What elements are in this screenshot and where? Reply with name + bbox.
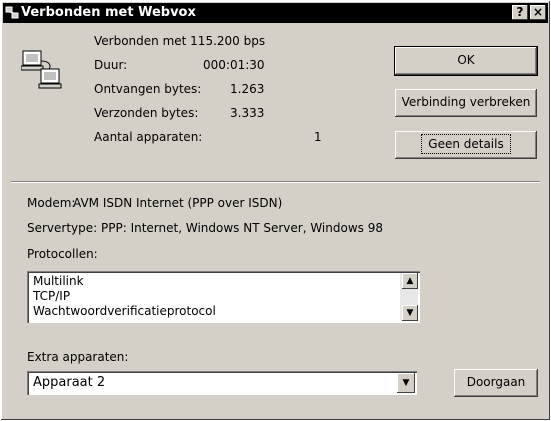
protocols-label: Protocollen: <box>27 247 98 261</box>
duration-label: Duur: <box>94 58 128 72</box>
network-connection-icon <box>5 6 19 19</box>
list-item[interactable]: TCP/IP <box>33 289 70 303</box>
received-bytes-value: 1.263 <box>230 82 265 96</box>
sent-bytes-label: Verzonden bytes: <box>94 106 199 120</box>
computers-connected-icon <box>21 50 62 89</box>
title-bar[interactable]: Verbonden met Webvox ? × <box>3 3 548 23</box>
protocols-listbox[interactable]: Multilink TCP/IP Wachtwoordverificatiepr… <box>27 271 420 323</box>
modem-value: AVM ISDN Internet (PPP over ISDN) <box>73 196 283 210</box>
extra-devices-dropdown[interactable]: Apparaat 2 ▼ <box>27 371 417 395</box>
disconnect-button[interactable]: Verbinding verbreken <box>395 89 537 117</box>
list-item[interactable]: Multilink <box>33 274 84 288</box>
dialog-window: Verbonden met Webvox ? × Verbonden met 1… <box>0 0 551 421</box>
arrow-up-icon[interactable]: ▲ <box>402 273 418 289</box>
ok-button[interactable]: OK <box>394 46 538 76</box>
close-button[interactable]: × <box>530 5 546 20</box>
extra-devices-label: Extra apparaten: <box>27 350 129 364</box>
received-bytes-label: Ontvangen bytes: <box>94 82 202 96</box>
modem-label: Modem: <box>27 196 76 210</box>
chevron-down-icon[interactable]: ▼ <box>397 373 415 393</box>
device-count-label: Aantal apparaten: <box>94 130 203 144</box>
servertype-label: Servertype: <box>27 221 98 235</box>
servertype-value: PPP: Internet, Windows NT Server, Window… <box>101 221 383 235</box>
help-button[interactable]: ? <box>512 5 528 20</box>
sent-bytes-value: 3.333 <box>230 106 265 120</box>
duration-value: 000:01:30 <box>203 58 265 72</box>
details-button[interactable]: Geen details <box>395 131 537 159</box>
list-item[interactable]: Wachtwoordverificatieprotocol <box>33 304 216 318</box>
window-title: Verbonden met Webvox <box>21 5 196 20</box>
extra-devices-selected: Apparaat 2 <box>33 375 106 390</box>
protocols-scrollbar[interactable]: ▲ ▼ <box>400 273 418 321</box>
device-count-value: 1 <box>314 130 322 144</box>
go-button[interactable]: Doorgaan <box>454 369 538 397</box>
section-divider <box>11 181 540 183</box>
connected-speed-text: Verbonden met 115.200 bps <box>94 34 266 48</box>
arrow-down-icon[interactable]: ▼ <box>402 305 418 321</box>
details-button-label: Geen details <box>421 134 511 154</box>
